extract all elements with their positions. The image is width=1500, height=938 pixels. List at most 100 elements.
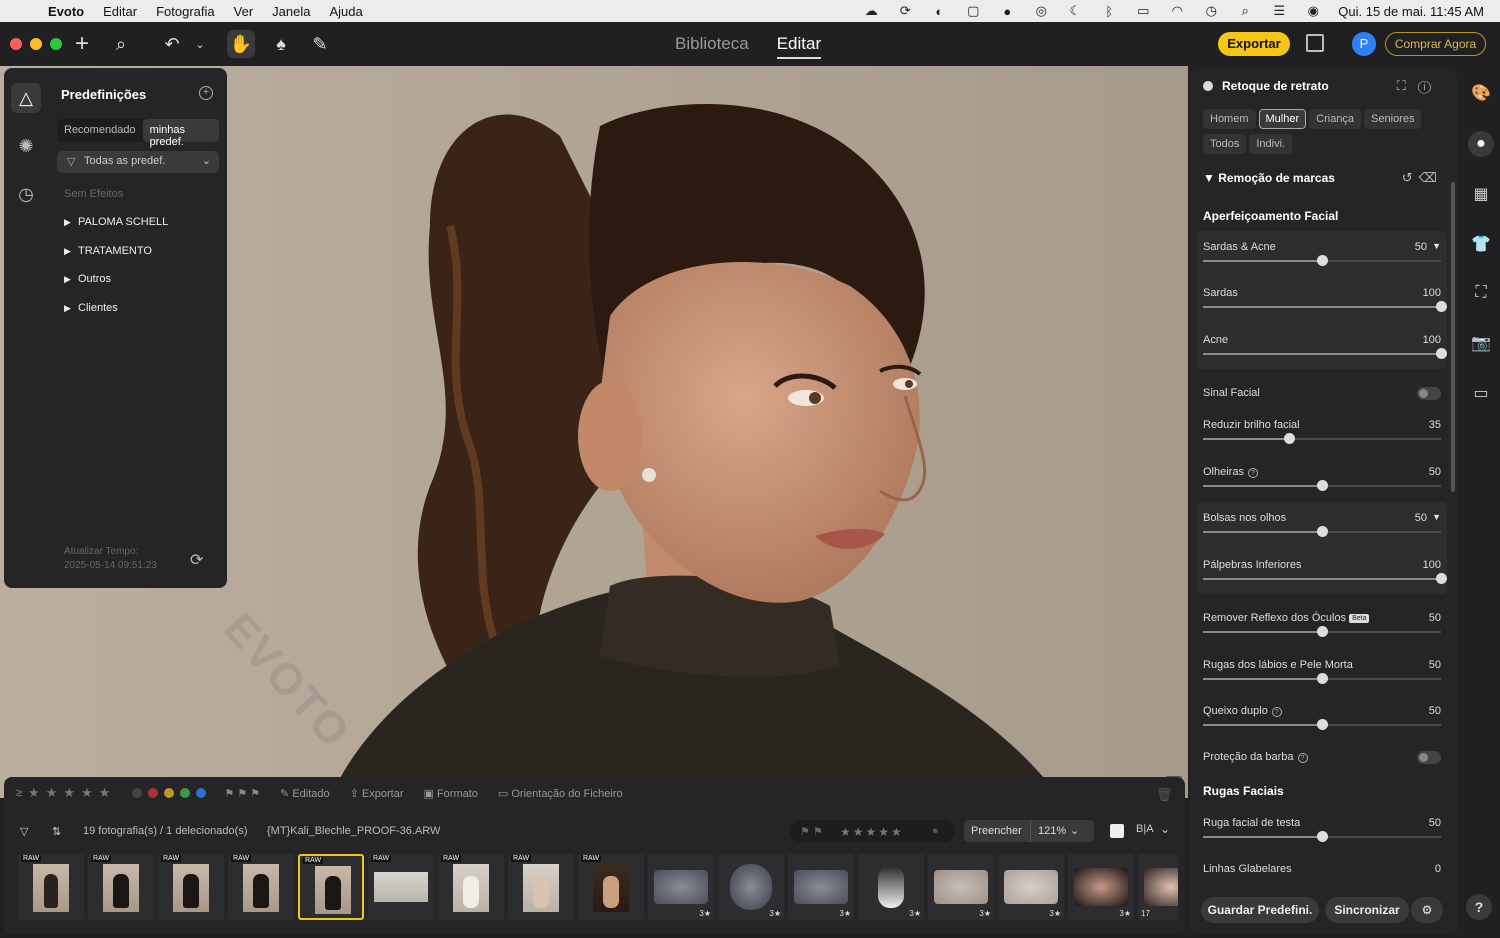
slider-palpebras[interactable]: Pálpebras Inferiores 100 <box>1203 559 1447 599</box>
preset-filter-dropdown[interactable]: ▽ Todas as predef. ⌄ <box>57 151 219 173</box>
search-icon[interactable]: ⌕ <box>107 30 135 58</box>
quick-rating-stars[interactable]: ★★★★★ <box>840 825 904 839</box>
view-chevron-icon[interactable]: ⌄ <box>1160 822 1170 836</box>
slider-reflexo-oculos[interactable]: Remover Reflexo dos Óculos Beta 50 <box>1203 612 1441 652</box>
presets-icon[interactable]: △ <box>11 83 41 113</box>
history-icon[interactable]: ◷ <box>11 179 41 209</box>
window-icon[interactable]: ▢ <box>956 3 990 19</box>
color-none-dot[interactable] <box>132 788 143 798</box>
panel-scrollbar[interactable] <box>1451 182 1455 492</box>
slider-knob[interactable] <box>1436 301 1447 312</box>
help-icon[interactable]: ? <box>1247 468 1258 478</box>
refresh-icon[interactable]: ⟳ <box>190 550 203 570</box>
menu-clock[interactable]: Qui. 15 de mai. 11:45 AM <box>1338 4 1484 19</box>
trash-icon[interactable]: 🗑 <box>1156 787 1173 803</box>
compare-filter-icon[interactable]: ≥ <box>16 787 22 799</box>
slider-bolsas[interactable]: Bolsas nos olhos 50 ▼ <box>1203 512 1441 552</box>
thumbnail[interactable]: 3★ <box>788 854 854 920</box>
slider-ruga-testa[interactable]: Ruga facial de testa 50 <box>1203 817 1441 857</box>
flag-icon[interactable]: ⚑ ⚑ ⚑ <box>224 787 260 800</box>
sort-icon[interactable]: ⇅ <box>52 825 61 838</box>
background-icon[interactable]: ▦ <box>1468 181 1494 207</box>
slider-knob[interactable] <box>1317 719 1328 730</box>
help-icon[interactable]: ? <box>1271 707 1282 717</box>
chevron-down-icon[interactable]: ⌄ <box>1070 824 1079 837</box>
face-detect-icon[interactable]: ⛶ <box>1397 78 1418 93</box>
rating-star-4[interactable]: ★ <box>81 785 93 801</box>
folder-icon[interactable]: ▭ <box>1468 380 1494 406</box>
export-button[interactable]: Exportar <box>1218 32 1290 56</box>
thumbnail[interactable]: 3★ <box>858 854 924 920</box>
zoom-value[interactable]: 121% <box>1038 825 1066 837</box>
thumbnail[interactable]: 17 <box>1138 854 1178 920</box>
hand-tool-icon[interactable]: ✋ <box>227 30 255 58</box>
color-label-dot[interactable]: ● <box>932 825 939 837</box>
lens-icon[interactable]: ◐ <box>922 4 956 19</box>
airdrop-icon[interactable]: ◎ <box>1024 3 1058 19</box>
menu-fotografia[interactable]: Fotografia <box>156 4 215 19</box>
color-red-dot[interactable] <box>148 788 159 798</box>
sync-settings-icon[interactable]: ⚙ <box>1411 897 1443 923</box>
folder-outros[interactable]: ▶ Outros <box>64 273 111 285</box>
slider-knob[interactable] <box>1317 526 1328 537</box>
fill-button[interactable]: Preencher <box>971 825 1022 837</box>
thumbnail[interactable]: 3★ <box>718 854 784 920</box>
clothing-icon[interactable]: 👕 <box>1468 231 1494 257</box>
avatar[interactable]: P <box>1352 32 1376 56</box>
slider-knob[interactable] <box>1317 673 1328 684</box>
chip-todos[interactable]: Todos <box>1203 134 1247 154</box>
effects-icon[interactable]: ✺ <box>11 131 41 161</box>
rating-star-3[interactable]: ★ <box>63 785 75 801</box>
color-blue-dot[interactable] <box>196 788 207 798</box>
wifi-icon[interactable]: ◠ <box>1160 3 1194 19</box>
reset-icon[interactable]: ↺ <box>1402 170 1419 185</box>
portrait-icon[interactable]: ● <box>1468 131 1494 157</box>
bluetooth-icon[interactable]: ᛒ <box>1092 4 1126 19</box>
brush-tool-icon[interactable]: ♠ <box>267 30 295 58</box>
save-preset-button[interactable]: Guardar Predefini. <box>1201 897 1319 923</box>
help-button[interactable]: ? <box>1466 894 1492 920</box>
close-window-button[interactable] <box>10 38 22 50</box>
folder-clientes[interactable]: ▶ Clientes <box>64 302 118 314</box>
slider-sardas[interactable]: Sardas 100 <box>1203 287 1447 327</box>
thumbnail-selected[interactable]: RAW <box>298 854 364 920</box>
slider-knob[interactable] <box>1283 433 1295 444</box>
no-effects-item[interactable]: Sem Efeitos <box>64 188 123 200</box>
thumbnail[interactable]: RAW <box>228 854 294 920</box>
tab-recomendado[interactable]: Recomendado <box>57 119 143 142</box>
filter-exportar[interactable]: ⇪ Exportar <box>350 787 404 800</box>
rating-star-2[interactable]: ★ <box>46 785 58 801</box>
battery-icon[interactable]: ▭ <box>1126 3 1160 19</box>
palette-icon[interactable]: 🎨 <box>1468 80 1494 106</box>
thumbnail[interactable]: 3★ <box>1068 854 1134 920</box>
expand-chevron-icon[interactable]: ▼ <box>1432 241 1441 251</box>
slider-olheiras[interactable]: Olheiras? 50 <box>1203 466 1441 506</box>
tab-minhas-predef[interactable]: minhas predef. <box>142 119 219 148</box>
single-view-icon[interactable] <box>1110 824 1124 838</box>
chip-seniores[interactable]: Seniores <box>1364 109 1422 129</box>
add-icon[interactable]: + <box>68 30 96 58</box>
section-remocao[interactable]: ▼ Remoção de marcas <box>1203 171 1335 185</box>
filter-formato[interactable]: ▣ Formato <box>423 787 477 800</box>
tab-biblioteca[interactable]: Biblioteca <box>675 34 749 59</box>
rating-star-1[interactable]: ★ <box>28 785 40 801</box>
slider-knob[interactable] <box>1317 626 1328 637</box>
info-icon[interactable]: ⓘ <box>1418 78 1443 93</box>
menu-ver[interactable]: Ver <box>234 4 254 19</box>
chip-crianca[interactable]: Criança <box>1309 109 1362 129</box>
filter-icon[interactable]: ▽ <box>20 825 28 838</box>
help-icon[interactable]: ? <box>1297 753 1308 763</box>
undo-history-chevron-icon[interactable]: ⌄ <box>186 30 214 58</box>
camera-icon[interactable]: 📷 <box>1468 330 1494 356</box>
thumbnail[interactable]: 3★ <box>648 854 714 920</box>
slider-knob[interactable] <box>1436 348 1447 359</box>
folder-paloma-schell[interactable]: ▶ PALOMA SCHELL <box>64 216 168 228</box>
siri-icon[interactable]: ◉ <box>1296 3 1330 19</box>
cloud-icon[interactable]: ☁ <box>854 3 888 19</box>
chip-homem[interactable]: Homem <box>1203 109 1256 129</box>
slider-knob[interactable] <box>1436 573 1447 584</box>
slider-knob[interactable] <box>1317 480 1328 491</box>
heal-tool-icon[interactable]: ✎ <box>306 30 334 58</box>
undo-icon[interactable]: ↶ <box>158 30 186 58</box>
slider-rugas-labios[interactable]: Rugas dos lábios e Pele Morta 50 <box>1203 659 1441 699</box>
